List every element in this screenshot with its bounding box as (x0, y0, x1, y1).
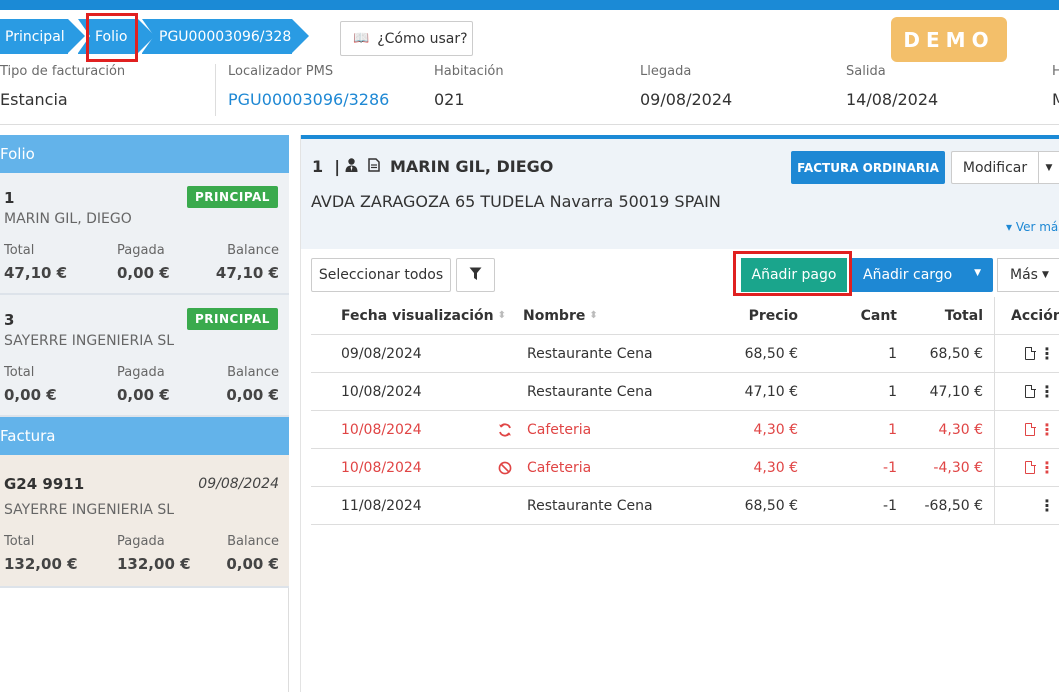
demo-badge: DEMO (891, 17, 1007, 62)
folio-detail-panel: 1 | MARIN GIL, DIEGO AVDA ZARAGOZA 65 TU… (300, 135, 1059, 692)
how-to-use-button[interactable]: 📖 ¿Cómo usar? (340, 21, 473, 56)
row-cant: -1 (883, 497, 897, 514)
localizador-link[interactable]: PGU00003096/3286 (228, 90, 389, 109)
column-header-cant: Cant (860, 307, 897, 324)
row-icon-empty (497, 373, 513, 410)
row-precio: 4,30 € (753, 421, 798, 438)
row-cant: 1 (888, 421, 897, 438)
table-row[interactable]: 11/08/2024 Restaurante Cena 68,50 € -1 -68,5… (311, 487, 1059, 525)
table-row[interactable]: 10/08/2024 Cafeteria 4,30 € 1 4,30 € ⋮ (311, 411, 1059, 449)
breadcrumb-item-localizador[interactable]: PGU00003096/3286 (142, 19, 309, 54)
row-precio: 4,30 € (753, 459, 798, 476)
header-divider (0, 124, 1059, 125)
principal-badge: PRINCIPAL (187, 308, 278, 330)
row-total: 4,30 € (938, 421, 983, 438)
row-icon-empty (497, 335, 513, 372)
table-row[interactable]: 10/08/2024 Restaurante Cena 47,10 € 1 47,10 … (311, 373, 1059, 411)
row-fecha: 11/08/2024 (341, 497, 422, 514)
filter-icon (469, 266, 482, 285)
document-icon[interactable] (1023, 449, 1037, 486)
kebab-menu-icon[interactable]: ⋮ (1039, 487, 1055, 524)
row-nombre: Cafeteria (527, 459, 592, 476)
row-precio: 47,10 € (744, 383, 798, 400)
info-habitacion: Habitación 021 (434, 64, 504, 109)
info-tipo-facturacion: Tipo de facturación Estancia (0, 64, 126, 109)
caret-down-icon: ▼ (1041, 270, 1049, 280)
document-icon[interactable] (1023, 373, 1037, 410)
action-column-divider (994, 297, 995, 525)
column-header-nombre[interactable]: Nombre ⬍ (523, 297, 598, 334)
document-icon[interactable] (1023, 335, 1037, 372)
row-nombre: Restaurante Cena (527, 497, 653, 514)
modificar-dropdown-toggle[interactable]: ▼ (1038, 151, 1059, 184)
ban-icon (497, 449, 513, 486)
principal-badge: PRINCIPAL (187, 186, 278, 208)
user-tie-icon (345, 158, 358, 176)
row-total: 68,50 € (929, 345, 983, 362)
add-charge-button[interactable]: Añadir cargo ▼ (850, 258, 993, 292)
highlight-box-add-payment (733, 251, 852, 296)
left-panel: Folio 1 PRINCIPAL MARIN GIL, DIEGO Total… (0, 135, 289, 588)
modificar-button[interactable]: Modificar (951, 151, 1039, 184)
factura-section-header: Factura (0, 417, 289, 455)
info-llegada: Llegada 09/08/2024 (640, 64, 733, 109)
row-fecha: 10/08/2024 (341, 383, 422, 400)
breadcrumb-item-principal[interactable]: Principal (0, 19, 85, 54)
row-cant: 1 (888, 345, 897, 362)
guest-address: AVDA ZARAGOZA 65 TUDELA Navarra 50019 SP… (311, 192, 721, 211)
row-cant: 1 (888, 383, 897, 400)
row-precio: 68,50 € (744, 497, 798, 514)
factura-card[interactable]: G24 9911 09/08/2024 SAYERRE INGENIERIA S… (0, 455, 289, 588)
folio-card[interactable]: 3 PRINCIPAL SAYERRE INGENIERIA SL Total … (0, 295, 289, 417)
more-button[interactable]: Más ▼ (997, 258, 1059, 292)
sort-icon: ⬍ (497, 310, 507, 321)
table-row[interactable]: 09/08/2024 Restaurante Cena 68,50 € 1 68,50 … (311, 335, 1059, 373)
kebab-menu-icon[interactable]: ⋮ (1039, 411, 1055, 448)
caret-down-icon: ▼ (1045, 162, 1053, 173)
sort-icon: ⬍ (589, 310, 598, 321)
filter-button[interactable] (456, 258, 495, 292)
top-accent-bar (0, 0, 1059, 10)
refresh-icon (497, 411, 513, 448)
info-salida: Salida 14/08/2024 (846, 64, 939, 109)
document-icon[interactable] (1023, 411, 1037, 448)
row-nombre: Cafeteria (527, 421, 592, 438)
column-header-accion: Acción (1011, 307, 1059, 324)
table-row[interactable]: 10/08/2024 Cafeteria 4,30 € -1 -4,30 € ⋮ (311, 449, 1059, 487)
row-icon-empty (497, 487, 513, 524)
folio-section-header: Folio (0, 135, 289, 173)
folio-card[interactable]: 1 PRINCIPAL MARIN GIL, DIEGO Total Pagad… (0, 173, 289, 295)
row-fecha: 09/08/2024 (341, 345, 422, 362)
row-precio: 68,50 € (744, 345, 798, 362)
ver-mas-link[interactable]: ▾ Ver más (1006, 220, 1059, 234)
row-nombre: Restaurante Cena (527, 345, 653, 362)
kebab-menu-icon[interactable]: ⋮ (1039, 373, 1055, 410)
highlight-box-folio (86, 13, 138, 62)
document-icon (368, 158, 380, 176)
info-divider (215, 64, 216, 116)
column-header-total: Total (944, 307, 983, 324)
row-cant: -1 (883, 459, 897, 476)
kebab-menu-icon[interactable]: ⋮ (1039, 335, 1055, 372)
row-fecha: 10/08/2024 (341, 421, 422, 438)
info-localizador: Localizador PMS PGU00003096/3286 (228, 64, 390, 109)
column-header-fecha[interactable]: Fecha visualización ⬍ (341, 297, 506, 334)
row-fecha: 10/08/2024 (341, 459, 422, 476)
info-extra-truncated: H M (1052, 64, 1059, 109)
row-total: -68,50 € (924, 497, 984, 514)
select-all-button[interactable]: Seleccionar todos (311, 258, 451, 292)
column-header-precio: Precio (748, 307, 798, 324)
row-total: -4,30 € (933, 459, 983, 476)
row-total: 47,10 € (929, 383, 983, 400)
kebab-menu-icon[interactable]: ⋮ (1039, 449, 1055, 486)
guest-box: 1 | MARIN GIL, DIEGO AVDA ZARAGOZA 65 TU… (301, 139, 1059, 249)
guest-name: MARIN GIL, DIEGO (390, 157, 554, 176)
book-icon: 📖 (353, 31, 370, 46)
row-nombre: Restaurante Cena (527, 383, 653, 400)
left-panel-border (288, 588, 289, 692)
caret-down-icon[interactable]: ▼ (974, 268, 981, 278)
factura-ordinaria-button[interactable]: FACTURA ORDINARIA (791, 151, 945, 184)
